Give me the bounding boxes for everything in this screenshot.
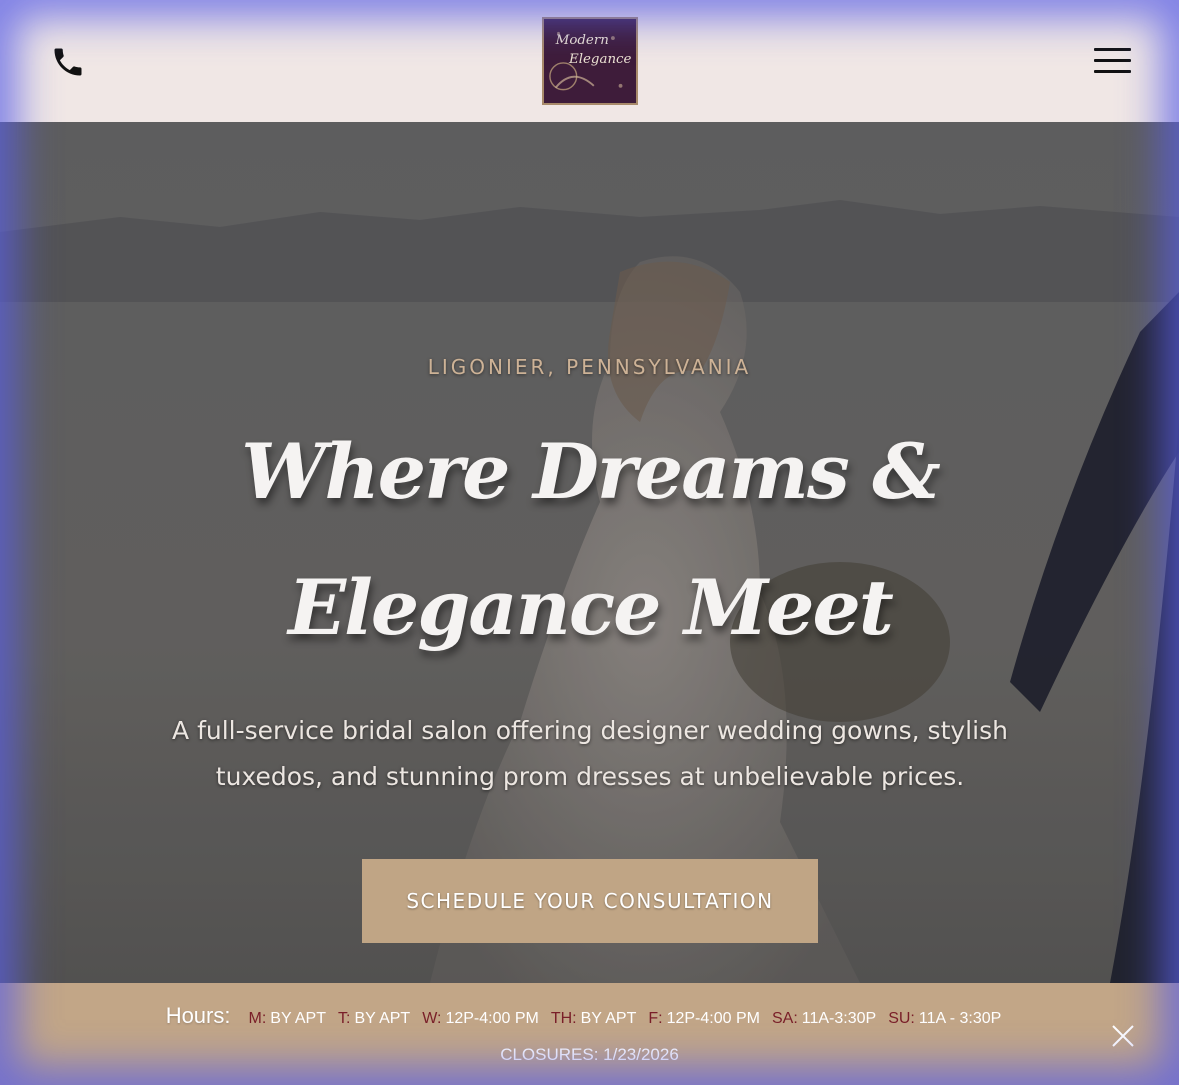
schedule-consultation-button[interactable]: SCHEDULE YOUR CONSULTATION	[362, 859, 818, 943]
hero-subtext: A full-service bridal salon offering des…	[172, 716, 1008, 791]
hours-bar: Hours: M: BY APT T: BY APT W: 12P-4:00 PM T…	[0, 983, 1179, 1085]
hours-day-sunday: SU: 11A - 3:30P	[888, 1010, 1002, 1027]
hours-day-thursday: TH: BY APT	[550, 1010, 637, 1027]
logo-text-line2: Elegance	[568, 52, 632, 67]
hero-location-kicker: LIGONIER, PENNSYLVANIA	[427, 355, 752, 379]
hero-section: LIGONIER, PENNSYLVANIA Where Dreams & El…	[0, 122, 1179, 983]
hero-headline: Where Dreams & Elegance Meet	[241, 427, 941, 652]
closures-notice: CLOSURES: 1/23/2026	[500, 1045, 679, 1064]
phone-icon[interactable]	[50, 44, 86, 80]
brand-logo[interactable]: Modern Elegance	[542, 17, 638, 105]
hours-day-friday: F: 12P-4:00 PM	[648, 1010, 760, 1027]
hours-day-saturday: SA: 11A-3:30P	[771, 1010, 877, 1027]
logo-text-line1: Modern	[555, 33, 609, 48]
hours-day-monday: M: BY APT	[248, 1010, 326, 1027]
hours-row: Hours: M: BY APT T: BY APT W: 12P-4:00 PM T…	[0, 1003, 1179, 1033]
site-header: Modern Elegance	[0, 0, 1179, 122]
close-icon[interactable]	[1110, 1023, 1136, 1049]
hours-title: Hours:	[165, 1003, 231, 1028]
hamburger-menu-icon[interactable]	[1092, 46, 1132, 76]
hours-day-tuesday: T: BY APT	[338, 1010, 411, 1027]
hours-day-wednesday: W: 12P-4:00 PM	[422, 1010, 539, 1027]
